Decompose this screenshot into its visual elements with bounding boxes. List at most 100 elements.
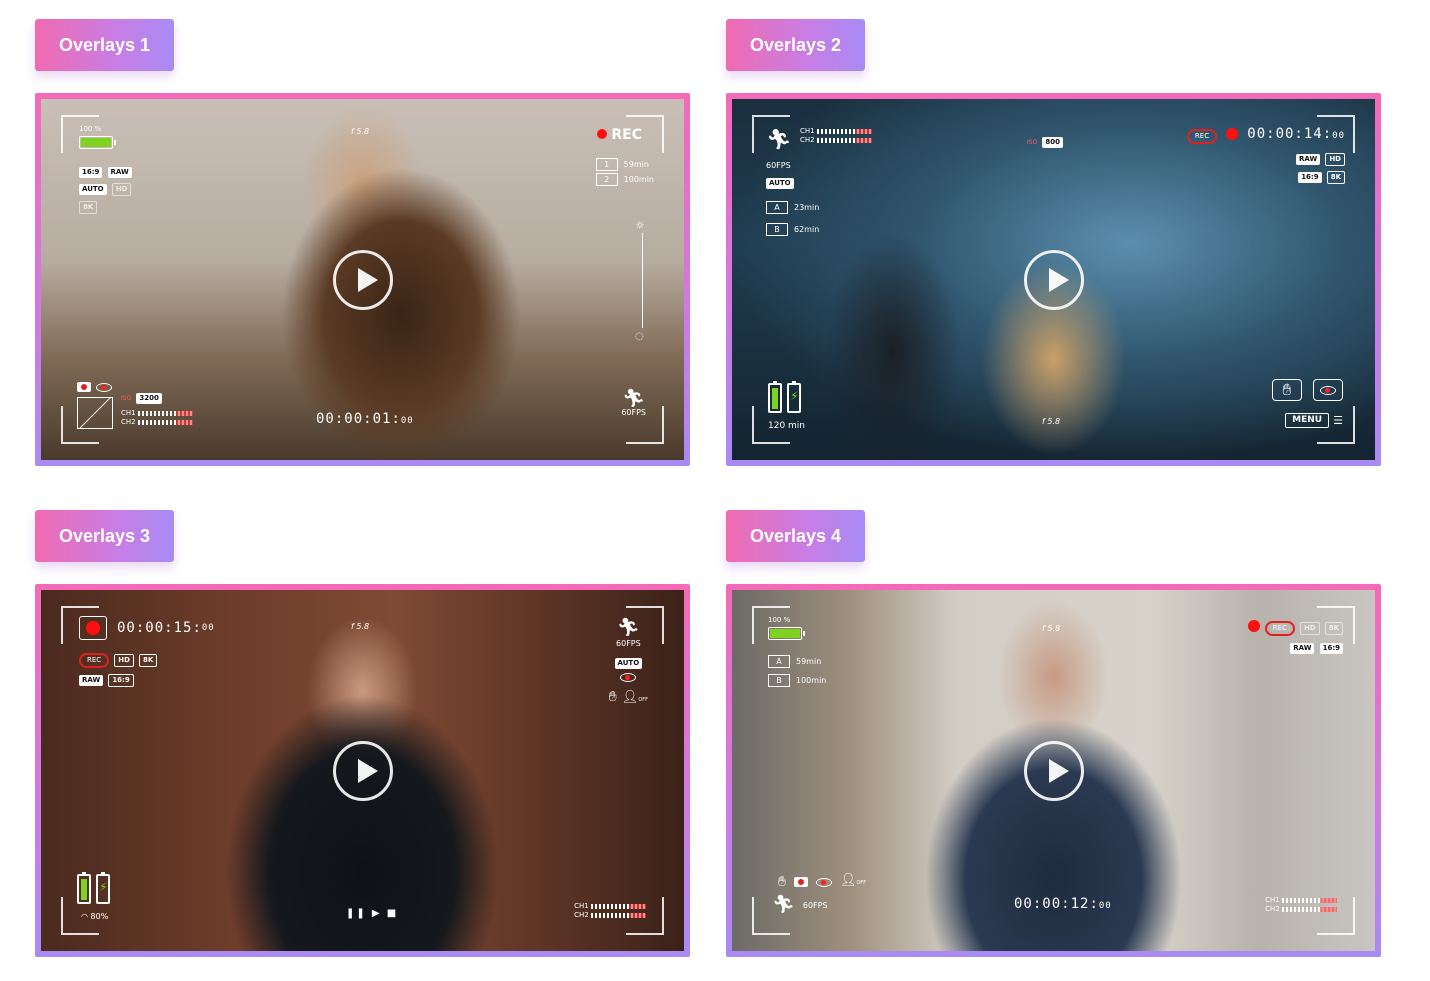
camera-controls (77, 377, 113, 396)
settings-list-icon[interactable]: ☰ (1333, 414, 1343, 427)
ch1-meter (137, 410, 193, 416)
badge-auto: AUTO (79, 184, 107, 195)
fps-label: 60FPS (766, 161, 791, 170)
badge-aspect: 16:9 (1298, 172, 1322, 183)
slot-time: 23min (794, 203, 820, 212)
timecode-frames: 00 (1098, 901, 1112, 911)
off-label: OFF (638, 697, 648, 703)
badge-raw: RAW (1290, 643, 1315, 654)
video-frame: 100 % A 59min B 100min f 5.8 REC HD 8K RAW… (726, 584, 1381, 957)
ch2-meter (591, 912, 646, 918)
overlay-tag[interactable]: Overlays 1 (35, 19, 175, 71)
aperture-value: f 5.8 (351, 622, 370, 631)
camera-icon[interactable] (793, 877, 808, 887)
aperture-value: f 5.8 (351, 127, 370, 136)
overlay-tag[interactable]: Overlays 2 (726, 19, 866, 71)
camera-icon[interactable] (77, 382, 91, 392)
video-player[interactable]: 100 % A 59min B 100min f 5.8 REC HD 8K RAW… (732, 590, 1375, 951)
overlay-tag[interactable]: Overlays 3 (35, 510, 175, 562)
mode-block: 60FPS AUTO (766, 159, 794, 189)
right-controls: 🏃︎ 60FPS AUTO ✋︎ 👤︎OFF (609, 619, 648, 707)
play-icon[interactable] (1023, 249, 1084, 310)
video-player[interactable]: 🏃︎ CH1 CH2 60FPS AUTO A 23min B 62min ISO … (732, 99, 1375, 460)
eye-icon (1320, 386, 1336, 395)
video-frame: 100 % 16:9 RAW AUTO HD 8K f 5.8 REC 1 59… (35, 93, 690, 466)
ch2-label: CH2 (1265, 905, 1280, 913)
user-off-icon[interactable]: 👤︎OFF (622, 691, 648, 707)
record-dot-icon (86, 621, 100, 635)
overlay-tag[interactable]: Overlays 4 (726, 510, 866, 562)
battery-icon (768, 627, 805, 640)
badge-raw: RAW (1296, 154, 1321, 165)
slot-time: 59min (796, 657, 822, 666)
storage-slots: A 23min B 62min (766, 197, 819, 241)
slot-id: 2 (595, 173, 618, 186)
rec-status: REC HD 8K RAW 16:9 (1247, 616, 1343, 654)
fps-block: 🏃︎ 60FPS (621, 388, 646, 418)
video-player[interactable]: 100 % 16:9 RAW AUTO HD 8K f 5.8 REC 1 59… (41, 99, 684, 460)
format-badges: 16:9 RAW AUTO HD 8K (79, 161, 132, 214)
play-icon[interactable] (332, 249, 393, 310)
badge-aspect: 16:9 (108, 674, 134, 687)
wifi-percent: 80% (90, 912, 109, 921)
ch1-meter (591, 903, 646, 909)
slot-id: B (768, 674, 790, 687)
hand-icon[interactable]: ✋︎ (778, 875, 786, 889)
record-dot-icon (596, 129, 607, 139)
battery-status: ⚡ (768, 381, 802, 417)
ch2-meter (1282, 906, 1337, 912)
hand-icon[interactable]: ✋︎ (1271, 379, 1302, 401)
fps-label: 60FPS (802, 900, 828, 910)
slider-track (642, 233, 643, 328)
battery-icon (768, 381, 782, 413)
iso-value: 3200 (136, 393, 162, 404)
ch2-label: CH2 (574, 911, 589, 919)
timecode-frames: 00 (201, 623, 215, 633)
badge-8k: 8K (1324, 622, 1343, 635)
battery-status: 100 % (768, 616, 805, 644)
slot-time: 59min (623, 160, 649, 169)
video-player[interactable]: 00:00:15:00 REC HD 8K RAW 16:9 f 5.8 🏃︎ … (41, 590, 684, 951)
timecode-value: 00:00:14 (1247, 126, 1323, 142)
running-person-icon: 🏃︎ (622, 388, 646, 409)
ch1-label: CH1 (574, 902, 589, 910)
play-icon[interactable] (1023, 740, 1084, 801)
rec-indicator: REC (596, 127, 642, 143)
menu-button[interactable]: MENU (1285, 413, 1330, 428)
ch2-meter (816, 137, 872, 143)
iso-label: ISO (121, 395, 132, 402)
hand-icon[interactable]: ✋︎ (609, 690, 617, 704)
eye-icon[interactable] (96, 383, 113, 392)
badge-raw: RAW (79, 675, 104, 686)
play-icon[interactable] (332, 740, 393, 801)
battery-icon (77, 872, 91, 904)
exposure-compensation-icon[interactable] (77, 397, 113, 429)
slot-time: 62min (794, 225, 820, 234)
control-icons: ✋︎ 👤︎OFF (778, 874, 866, 890)
transport-controls[interactable]: ❚❚ ▶ ■ (346, 908, 398, 919)
eye-button[interactable] (1313, 379, 1343, 401)
ch2-meter (137, 419, 193, 425)
eye-icon[interactable] (815, 877, 832, 887)
slot-time: 100min (623, 175, 654, 184)
slot-time: 100min (796, 676, 827, 685)
record-status: 00:00:15:00 (79, 616, 215, 640)
video-frame: 🏃︎ CH1 CH2 60FPS AUTO A 23min B 62min ISO … (726, 93, 1381, 466)
badge-8k: 8K (139, 654, 158, 667)
menu-bar: MENU ☰ (1285, 413, 1343, 428)
rec-status: REC 00:00:14:00 RAW HD 16:9 8K (1186, 123, 1345, 184)
fps-label: 60FPS (621, 408, 646, 417)
iso-label: ISO (1027, 139, 1038, 146)
ch1-meter (816, 128, 872, 134)
user-off-icon[interactable]: 👤︎OFF (840, 874, 866, 890)
exposure-slider[interactable]: ☼ ◌ (635, 219, 648, 342)
eye-icon[interactable] (620, 673, 637, 682)
slot-id: 1 (595, 158, 618, 171)
overlay-card-3: Overlays 3 00:00:15:00 REC HD 8K RAW 16:… (35, 510, 690, 965)
record-button[interactable] (79, 616, 107, 640)
rec-label: REC (1264, 621, 1295, 636)
battery-icon (79, 136, 116, 149)
audio-levels: CH1 CH2 (121, 409, 193, 427)
fps-label: 60FPS (616, 639, 641, 648)
badge-aspect: 16:9 (79, 167, 103, 178)
